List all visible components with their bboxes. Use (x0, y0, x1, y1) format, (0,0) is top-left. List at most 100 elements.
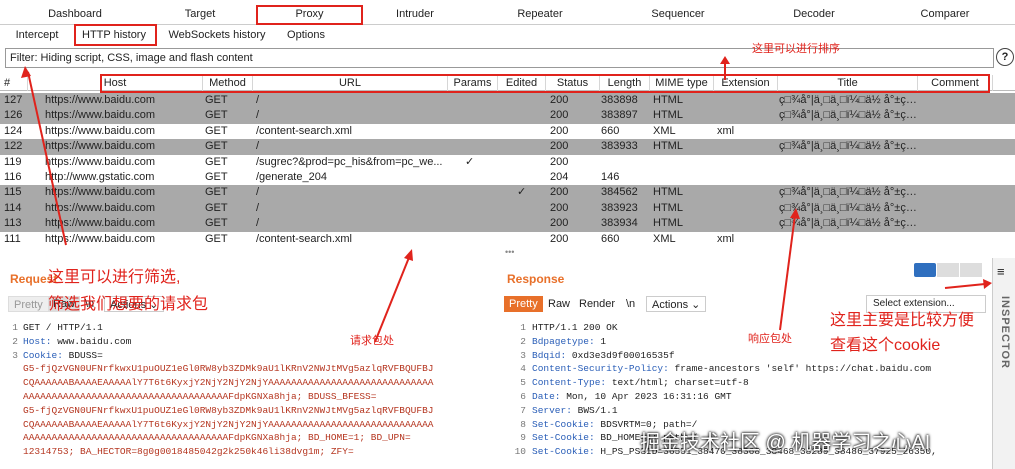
response-pretty-button[interactable]: Pretty (504, 296, 543, 312)
cell-mime: XML (653, 124, 676, 137)
line-number (4, 376, 18, 390)
proxy-highlight-box (256, 5, 363, 25)
cell-num: 114 (4, 201, 22, 214)
help-icon[interactable]: ? (996, 48, 1014, 66)
split-view-icon[interactable] (914, 263, 936, 277)
tab-options[interactable]: Options (280, 25, 332, 45)
cell-ext (717, 185, 777, 200)
cell-mime: HTML (653, 201, 683, 214)
table-row[interactable]: 124 https://www.baidu.com GET/content-sear… (0, 124, 1015, 140)
table-row[interactable]: 122 https://www.baidu.com GET / 200 383933 HTM… (0, 139, 1015, 155)
divider-grip-icon: ••• (505, 247, 515, 257)
table-row[interactable]: 126 https://www.baidu.com GET / 200 383897 HTM… (0, 108, 1015, 124)
cell-host: https://www.baidu.com (45, 124, 156, 137)
cell-ext (717, 201, 777, 216)
line-number: 5 (520, 377, 526, 389)
panel-divider[interactable]: ••• (0, 247, 1015, 257)
cell-status: 200 (550, 217, 569, 230)
horizontal-view-icon[interactable] (937, 263, 959, 277)
cell-length: 383933 (601, 140, 638, 153)
tab-dashboard[interactable]: Dashboard (35, 3, 115, 25)
response-title: Response (507, 272, 565, 286)
response-actions-label: Actions (652, 299, 689, 311)
tab-intercept[interactable]: Intercept (8, 25, 66, 45)
cell-url: /content-search.xml (256, 232, 352, 245)
cell-params (465, 185, 495, 200)
cell-host: https://www.baidu.com (45, 232, 156, 245)
tab-target[interactable]: Target (160, 3, 240, 25)
cell-url: / (256, 140, 260, 153)
response-raw-button[interactable]: Raw (543, 296, 575, 312)
cell-host: https://www.baidu.com (45, 155, 156, 168)
cell-host: https://www.baidu.com (45, 140, 156, 153)
tab-intruder[interactable]: Intruder (375, 3, 455, 25)
cell-status: 200 (550, 124, 569, 137)
line-number: 1 (520, 322, 526, 333)
code-line: GET / HTTP/1.1 (23, 322, 103, 333)
code-line: Host: www.baidu.com (23, 335, 132, 347)
annotation-cookie-2: 查看这个cookie (830, 337, 941, 354)
header-highlight-box (100, 74, 990, 93)
response-newline-button[interactable]: \n (621, 296, 640, 312)
cell-status: 204 (550, 171, 569, 183)
inspector-panel[interactable]: ≡ INSPECTOR (992, 258, 1015, 469)
cell-edited (517, 124, 545, 139)
cell-host: https://www.baidu.com (45, 186, 156, 199)
cell-title (779, 232, 917, 247)
cell-title: ç□¾å°|ä¸□ä¸□ï¼□ä½ å°±ç… (779, 201, 917, 214)
line-number: 10 (514, 446, 526, 458)
cell-method: GET (205, 171, 228, 183)
cell-status: 200 (550, 232, 569, 245)
single-view-icon[interactable] (960, 263, 982, 277)
request-body[interactable]: GET / HTTP/1.1 Host: www.baidu.com Cookie:… (23, 321, 490, 469)
menu-icon[interactable]: ≡ (997, 264, 1005, 279)
table-row[interactable]: 127 https://www.baidu.com GET / 200 383898 HTM… (0, 93, 1015, 109)
cell-edited (517, 232, 545, 247)
request-pretty-button[interactable]: Pretty (8, 296, 49, 312)
cell-params (465, 216, 495, 231)
col-number[interactable]: # (0, 75, 28, 91)
cell-num: 111 (4, 232, 21, 245)
table-row[interactable]: 115 https://www.baidu.com GET / ✓ 200 384562 HT… (0, 185, 1015, 201)
tab-websockets-history[interactable]: WebSockets history (162, 25, 272, 45)
cell-length: 383923 (601, 201, 638, 214)
request-line-numbers: 1 2 3 (4, 321, 18, 469)
response-actions-button[interactable]: Actions ⌄ (646, 296, 707, 312)
line-number: 3 (12, 349, 18, 361)
filter-bar[interactable]: Filter: Hiding script, CSS, image and fl… (5, 48, 994, 68)
cell-num: 113 (4, 217, 22, 230)
cell-num: 124 (4, 124, 23, 137)
tab-comparer[interactable]: Comparer (905, 3, 985, 25)
cell-params (465, 124, 495, 139)
cell-method: GET (205, 140, 228, 153)
line-number (4, 445, 18, 459)
table-row[interactable]: 119 https://www.baidu.com GET/sugrec?&prod… (0, 155, 1015, 171)
table-row[interactable]: 111 https://www.baidu.com GET/content-sear… (0, 232, 1015, 248)
code-line: CQAAAAAABAAAAEAAAAAlY7T6t6KyxjY2NjY2NjY2… (23, 418, 434, 430)
annotation-response-pkg: 响应包处 (748, 333, 792, 345)
cell-host: https://www.baidu.com (45, 217, 156, 230)
tab-decoder[interactable]: Decoder (774, 3, 854, 25)
cell-mime: HTML (653, 94, 683, 106)
cell-ext (717, 93, 777, 108)
table-row[interactable]: 113 https://www.baidu.com GET / 200 383934 HTM… (0, 216, 1015, 232)
response-render-button[interactable]: Render (574, 296, 620, 312)
cell-title (779, 124, 917, 139)
table-row[interactable]: 116 http://www.gstatic.com GET/generate_20… (0, 170, 1015, 186)
cell-host: http://www.gstatic.com (45, 171, 155, 183)
cell-length: 383898 (601, 94, 638, 106)
cell-method: GET (205, 232, 228, 245)
table-row[interactable]: 114 https://www.baidu.com GET / 200 383923 HTM… (0, 200, 1015, 217)
cell-url: / (256, 217, 260, 230)
response-line-numbers: 1 2 3 4 5 6 7 8 9 10 (508, 321, 526, 459)
tab-repeater[interactable]: Repeater (500, 3, 580, 25)
tab-sequencer[interactable]: Sequencer (638, 3, 718, 25)
cell-url: /content-search.xml (256, 124, 352, 137)
cell-host: https://www.baidu.com (45, 94, 156, 106)
arrow-cookie-line (944, 283, 986, 289)
cell-edited: ✓ (517, 186, 527, 199)
annotation-request-pkg: 请求包处 (350, 335, 394, 347)
watermark: 掘金技术社区 @ 机器学习之心AI (640, 432, 931, 454)
line-number (4, 390, 18, 404)
cell-num: 116 (4, 171, 22, 183)
